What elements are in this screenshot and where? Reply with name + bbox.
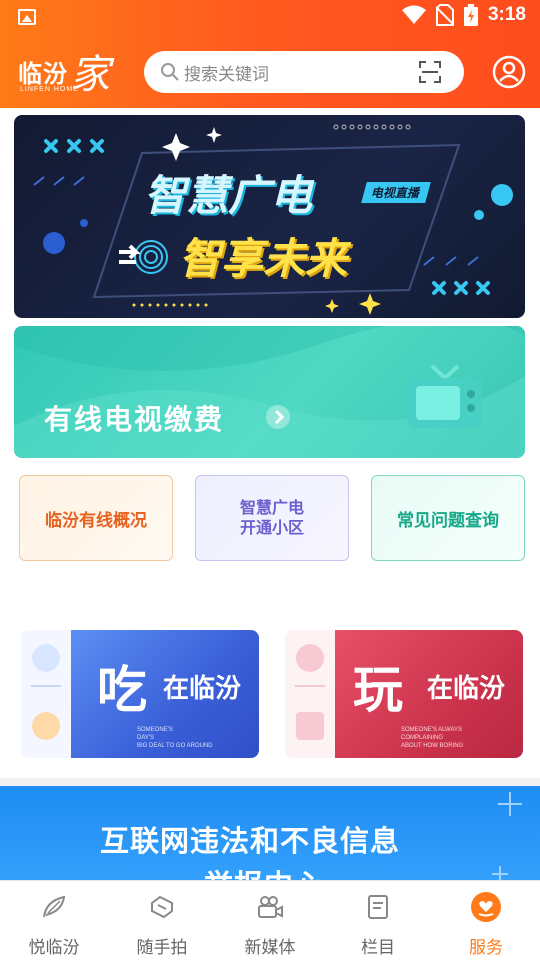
television-icon bbox=[408, 364, 482, 428]
tile-label: 智慧广电 开通小区 bbox=[240, 498, 304, 538]
fine-print-1: SOMEONE'S bbox=[137, 727, 173, 733]
status-icons: 3:18 bbox=[401, 4, 526, 26]
faq-tile[interactable]: 常见问题查询 bbox=[371, 475, 525, 561]
bell-icon bbox=[32, 712, 60, 740]
eat-in-linfen-card[interactable]: 吃 在临汾 SOMEONE'S DAY'S BIG DEAL TO GO ARO… bbox=[21, 630, 259, 758]
logo-text: 临汾 bbox=[18, 60, 68, 88]
heart-hand-icon bbox=[478, 901, 494, 917]
card-main: 玩 在临汾 SOMEONE'S ALWAYS COMPLAINING ABOUT… bbox=[335, 630, 523, 758]
divider bbox=[31, 685, 61, 687]
no-sim-icon bbox=[435, 4, 454, 26]
search-icon bbox=[161, 63, 179, 81]
cable-tv-payment-banner[interactable]: 有线电视缴费 bbox=[14, 326, 525, 458]
wifi-icon bbox=[401, 5, 426, 24]
banner-title-1: 智慧广电 bbox=[144, 171, 313, 220]
feather-icon bbox=[43, 895, 66, 918]
tile-label: 临汾有线概况 bbox=[45, 510, 147, 531]
search-placeholder: 搜索关键词 bbox=[184, 65, 269, 85]
divider bbox=[295, 685, 325, 687]
payment-label: 有线电视缴费 bbox=[44, 403, 225, 436]
battery-charging-icon bbox=[463, 4, 478, 26]
nav-label: 新媒体 bbox=[244, 938, 296, 958]
card-side-strip bbox=[285, 630, 335, 758]
shutter-icon bbox=[151, 895, 173, 919]
nav-label: 悦临汾 bbox=[28, 938, 80, 958]
nav-item-yue-linfen[interactable]: 悦临汾 bbox=[0, 881, 108, 960]
logo-english: LINFEN HOME bbox=[20, 86, 79, 93]
card-fine-print: SOMEONE'S DAY'S BIG DEAL TO GO AROUND bbox=[137, 726, 213, 750]
live-tv-tag: 电视直播 bbox=[361, 182, 431, 203]
bottom-navigation: 悦临汾 随手拍 新媒体 栏目 服务 bbox=[0, 880, 540, 960]
tile-label: 常见问题查询 bbox=[397, 510, 499, 531]
chevron-right-icon bbox=[266, 405, 290, 429]
app-logo: 临汾 家 LINFEN HOME bbox=[18, 44, 113, 100]
search-bar[interactable]: 搜索关键词 bbox=[144, 51, 464, 93]
fine-print-2: DAY'S bbox=[137, 735, 155, 741]
status-bar: 3:18 bbox=[0, 0, 540, 36]
tile-label-line2: 开通小区 bbox=[239, 518, 304, 537]
card-title: 在临汾 bbox=[163, 674, 242, 704]
card-big-char: 玩 bbox=[353, 661, 403, 719]
nav-item-snapshot[interactable]: 随手拍 bbox=[108, 881, 216, 960]
app-header: 3:18 临汾 家 LINFEN HOME 搜索关键词 bbox=[0, 0, 540, 108]
tile-label-line1: 智慧广电 bbox=[239, 498, 304, 517]
section-divider bbox=[0, 778, 540, 786]
cable-overview-tile[interactable]: 临汾有线概况 bbox=[19, 475, 173, 561]
fine-print-3: BIG DEAL TO GO AROUND bbox=[137, 743, 213, 749]
card-big-char: 吃 bbox=[97, 661, 147, 719]
photo-icon bbox=[296, 712, 324, 740]
food-icon bbox=[32, 644, 60, 672]
image-notification-icon bbox=[18, 9, 36, 25]
film-reel-icon bbox=[296, 644, 324, 672]
play-in-linfen-card[interactable]: 玩 在临汾 SOMEONE'S ALWAYS COMPLAINING ABOUT… bbox=[285, 630, 523, 758]
column-icon bbox=[368, 895, 388, 919]
banner-title-2: 智享未来 bbox=[179, 234, 348, 283]
card-fine-print: SOMEONE'S ALWAYS COMPLAINING ABOUT HOW B… bbox=[401, 726, 463, 750]
scan-icon[interactable] bbox=[418, 60, 442, 84]
nav-label: 随手拍 bbox=[136, 938, 188, 958]
fine-print-3: ABOUT HOW BORING bbox=[401, 743, 464, 749]
nav-item-columns[interactable]: 栏目 bbox=[324, 881, 432, 960]
report-subtitle: 举报中心 bbox=[204, 862, 324, 880]
smart-tv-banner[interactable]: 智慧广电 电视直播 智享未来 bbox=[14, 115, 525, 318]
nav-label: 服务 bbox=[469, 938, 503, 958]
video-camera-icon bbox=[258, 896, 283, 918]
nav-label: 栏目 bbox=[361, 938, 395, 958]
smart-community-tile[interactable]: 智慧广电 开通小区 bbox=[195, 475, 349, 561]
fine-print-1: SOMEONE'S ALWAYS bbox=[401, 727, 463, 733]
card-main: 吃 在临汾 SOMEONE'S DAY'S BIG DEAL TO GO ARO… bbox=[71, 630, 259, 758]
service-page: 智慧广电 电视直播 智享未来 有线电视缴费 临汾有线概况 智慧广电 开通小区 常… bbox=[0, 108, 540, 880]
card-title: 在临汾 bbox=[427, 674, 506, 704]
nav-item-service[interactable]: 服务 bbox=[432, 881, 540, 960]
fine-print-2: COMPLAINING bbox=[401, 735, 444, 741]
user-profile-icon[interactable] bbox=[492, 55, 526, 89]
nav-item-new-media[interactable]: 新媒体 bbox=[216, 881, 324, 960]
clock: 3:18 bbox=[487, 4, 526, 25]
card-side-strip bbox=[21, 630, 71, 758]
report-title: 互联网违法和不良信息 bbox=[100, 824, 401, 858]
illegal-info-report-banner[interactable]: 互联网违法和不良信息 举报中心 bbox=[0, 786, 540, 880]
